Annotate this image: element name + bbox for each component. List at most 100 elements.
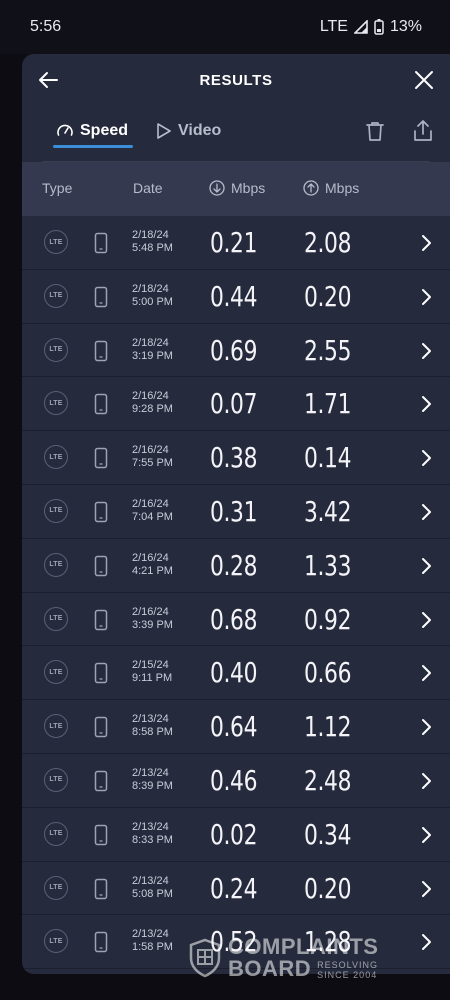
results-list: LTE 2/18/24 5:48 PM 0.21 2.08 LTE 2/18/24 5:00 … (22, 216, 450, 970)
tab-speed-label: Speed (80, 122, 129, 139)
phone-icon (94, 609, 108, 630)
chevron-right-icon[interactable] (420, 395, 432, 413)
status-indicators: LTE 13% (320, 18, 422, 36)
chevron-right-icon[interactable] (420, 234, 432, 252)
network-type-badge: LTE (44, 875, 68, 900)
tab-video[interactable]: Video (156, 122, 221, 140)
network-type-badge: LTE (44, 929, 68, 954)
phone-icon (94, 716, 108, 738)
result-date: 2/18/24 (132, 282, 169, 295)
network-type-badge: LTE (44, 552, 68, 577)
network-type-badge: LTE (44, 445, 68, 470)
column-type: Type (42, 180, 73, 196)
close-icon[interactable] (412, 68, 436, 92)
result-row[interactable]: LTE 2/16/24 9:28 PM 0.07 1.71 (22, 377, 450, 432)
download-speed: 0.02 (210, 817, 258, 851)
tab-speed[interactable]: Speed (56, 122, 128, 140)
battery-level: 13% (389, 18, 422, 35)
download-speed: 0.24 (210, 871, 258, 905)
result-row[interactable]: LTE 2/13/24 8:33 PM 0.02 0.34 (22, 808, 450, 862)
active-tab-indicator (53, 145, 133, 148)
chevron-right-icon[interactable] (420, 557, 432, 575)
network-type-badge: LTE (44, 660, 68, 685)
network-type-badge: LTE (44, 230, 68, 254)
network-type-badge: LTE (44, 767, 68, 792)
chevron-right-icon[interactable] (420, 664, 432, 682)
result-time: 9:11 PM (132, 672, 173, 685)
result-datetime: 2/15/24 9:11 PM (132, 659, 172, 685)
upload-speed: 0.92 (304, 602, 352, 636)
upload-speed: 0.66 (304, 656, 352, 690)
result-datetime: 2/13/24 1:58 PM (132, 928, 173, 954)
share-icon[interactable] (410, 118, 436, 144)
result-datetime: 2/18/24 3:19 PM (132, 337, 173, 363)
network-type-badge: LTE (44, 391, 68, 416)
result-date: 2/16/24 (132, 551, 169, 564)
result-row[interactable]: LTE 2/13/24 8:39 PM 0.46 2.48 (22, 754, 450, 808)
phone-icon (94, 770, 108, 792)
chevron-right-icon[interactable] (420, 449, 432, 467)
watermark-tagline1: RESOLVING (317, 960, 379, 970)
download-speed: 0.28 (210, 548, 258, 582)
upload-speed: 0.20 (304, 279, 352, 313)
result-time: 7:04 PM (132, 510, 173, 523)
result-row[interactable]: LTE 2/13/24 8:58 PM 0.64 1.12 (22, 700, 450, 754)
result-date: 2/13/24 (132, 820, 169, 833)
result-row[interactable]: LTE 2/16/24 4:21 PM 0.28 1.33 (22, 539, 450, 593)
download-speed: 0.31 (210, 494, 258, 528)
result-date: 2/13/24 (132, 874, 169, 887)
chevron-right-icon[interactable] (420, 933, 432, 951)
chevron-right-icon[interactable] (420, 503, 432, 521)
result-date: 2/18/24 (132, 229, 169, 241)
download-speed: 0.69 (210, 333, 258, 367)
upload-speed: 3.42 (304, 494, 352, 528)
result-row[interactable]: LTE 2/18/24 5:48 PM 0.21 2.08 (22, 216, 450, 270)
result-row[interactable]: LTE 2/13/24 5:08 PM 0.24 0.20 (22, 862, 450, 916)
result-time: 8:33 PM (132, 833, 173, 846)
chevron-right-icon[interactable] (420, 342, 432, 360)
result-row[interactable]: LTE 2/18/24 5:00 PM 0.44 0.20 (22, 270, 450, 324)
download-speed: 0.64 (210, 710, 258, 744)
speedometer-icon (57, 124, 73, 136)
tab-bar: Speed Video (42, 106, 432, 162)
battery-icon (374, 19, 384, 35)
result-datetime: 2/18/24 5:00 PM (132, 283, 173, 309)
phone-icon (94, 394, 108, 415)
watermark-line2: BOARD (228, 956, 312, 981)
chevron-right-icon[interactable] (420, 288, 432, 306)
watermark-logo: COMPLAINTS BOARD RESOLVING SINCE 2004 (188, 934, 408, 982)
result-row[interactable]: LTE 2/18/24 3:19 PM 0.69 2.55 (22, 324, 450, 378)
chevron-right-icon[interactable] (420, 772, 432, 790)
result-datetime: 2/16/24 7:55 PM (132, 444, 173, 470)
phone-icon (94, 663, 108, 684)
upload-speed: 1.33 (304, 548, 352, 582)
result-row[interactable]: LTE 2/16/24 7:04 PM 0.31 3.42 (22, 485, 450, 539)
column-upload-label: Mbps (325, 180, 360, 196)
trash-icon[interactable] (362, 118, 388, 144)
phone-icon (94, 340, 108, 361)
result-datetime: 2/18/24 5:48 PM (132, 229, 173, 255)
result-date: 2/13/24 (132, 766, 169, 779)
column-download: Mbps (209, 180, 265, 196)
chevron-right-icon[interactable] (420, 718, 432, 736)
chevron-right-icon[interactable] (420, 880, 432, 898)
back-arrow-icon[interactable] (36, 68, 60, 92)
result-time: 4:21 PM (132, 564, 173, 577)
network-type-badge: LTE (44, 606, 68, 631)
upload-speed: 2.48 (304, 763, 352, 797)
result-row[interactable]: LTE 2/16/24 7:55 PM 0.38 0.14 (22, 431, 450, 485)
result-time: 3:39 PM (132, 618, 173, 631)
result-row[interactable]: LTE 2/16/24 3:39 PM 0.68 0.92 (22, 593, 450, 647)
result-time: 5:00 PM (132, 295, 173, 308)
download-speed: 0.68 (210, 602, 258, 636)
upload-speed: 1.71 (304, 387, 352, 421)
upload-speed: 0.34 (304, 817, 352, 851)
chevron-right-icon[interactable] (420, 826, 432, 844)
download-arrow-icon (209, 180, 225, 196)
download-speed: 0.44 (210, 279, 258, 313)
result-row[interactable]: LTE 2/15/24 9:11 PM 0.40 0.66 (22, 646, 450, 701)
result-date: 2/15/24 (132, 659, 169, 672)
result-datetime: 2/16/24 3:39 PM (132, 606, 173, 632)
download-speed: 0.40 (210, 656, 258, 690)
chevron-right-icon[interactable] (420, 611, 432, 629)
